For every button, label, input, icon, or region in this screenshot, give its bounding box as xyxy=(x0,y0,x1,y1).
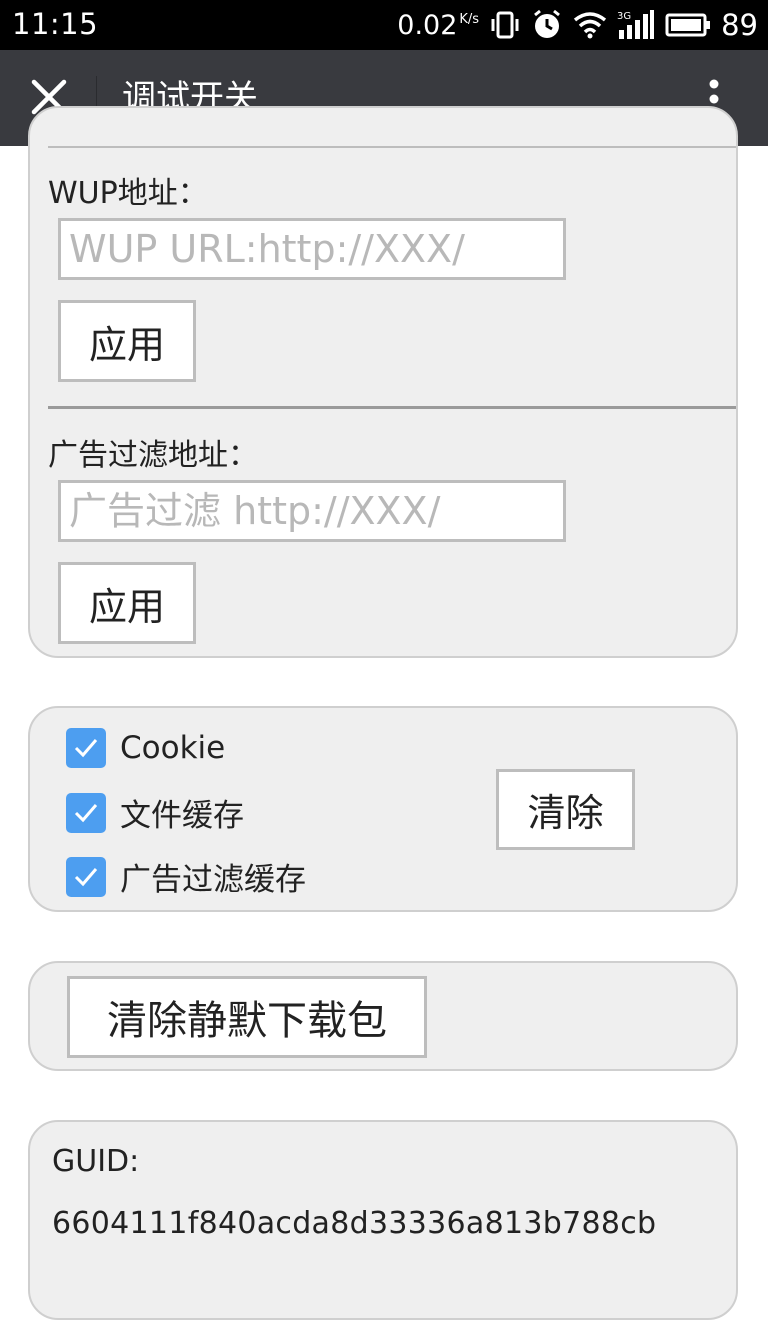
cookie-checkbox[interactable] xyxy=(66,728,106,768)
net-speed-value: 0.02 xyxy=(397,9,458,41)
battery-level: 89 xyxy=(721,8,758,42)
ad-filter-url-input[interactable] xyxy=(58,480,566,542)
alarm-icon xyxy=(531,9,563,41)
checkmark-icon xyxy=(74,739,98,758)
file-cache-option[interactable]: 文件缓存 xyxy=(66,790,244,835)
ad-filter-cache-option[interactable]: 广告过滤缓存 xyxy=(66,854,306,899)
net-speed-unit: K/s xyxy=(459,11,480,27)
ad-filter-apply-button[interactable]: 应用 xyxy=(58,562,196,644)
clear-silent-download-button[interactable]: 清除静默下载包 xyxy=(67,976,427,1058)
checkmark-icon xyxy=(74,803,98,822)
address-settings-panel: WUP地址： 应用 广告过滤地址： 应用 xyxy=(28,106,738,658)
cache-panel: Cookie 文件缓存 广告过滤缓存 清除 xyxy=(28,706,738,912)
svg-text:3G: 3G xyxy=(617,11,631,22)
top-divider xyxy=(48,146,736,148)
status-icons: 0.02 K/s 3G 89 xyxy=(397,5,758,45)
file-cache-label: 文件缓存 xyxy=(120,798,244,834)
cookie-option[interactable]: Cookie xyxy=(66,728,225,768)
wifi-icon xyxy=(573,11,607,39)
wup-apply-button[interactable]: 应用 xyxy=(58,300,196,382)
silent-download-panel: 清除静默下载包 xyxy=(28,961,738,1071)
guid-panel: GUID: 6604111f840acda8d33336a813b788cb xyxy=(28,1120,738,1320)
ad-filter-cache-label: 广告过滤缓存 xyxy=(120,862,306,898)
ad-filter-label: 广告过滤地址： xyxy=(48,438,258,473)
checkmark-icon xyxy=(74,867,98,886)
battery-icon xyxy=(665,12,711,38)
guid-value: 6604111f840acda8d33336a813b788cb xyxy=(52,1206,657,1241)
status-time: 11:15 xyxy=(12,7,99,41)
net-speed: 0.02 K/s xyxy=(397,10,479,41)
cookie-label: Cookie xyxy=(120,730,226,766)
status-bar: 11:15 0.02 K/s 3G 89 xyxy=(0,0,768,50)
vibrate-icon xyxy=(489,10,521,40)
ad-filter-cache-checkbox[interactable] xyxy=(66,856,106,897)
file-cache-checkbox[interactable] xyxy=(66,792,106,833)
wup-url-input[interactable] xyxy=(58,218,566,280)
signal-icon: 3G xyxy=(617,10,655,40)
wup-label: WUP地址： xyxy=(48,176,208,211)
guid-label: GUID: xyxy=(52,1144,140,1179)
section-divider xyxy=(48,406,736,409)
clear-cache-button[interactable]: 清除 xyxy=(496,769,635,850)
